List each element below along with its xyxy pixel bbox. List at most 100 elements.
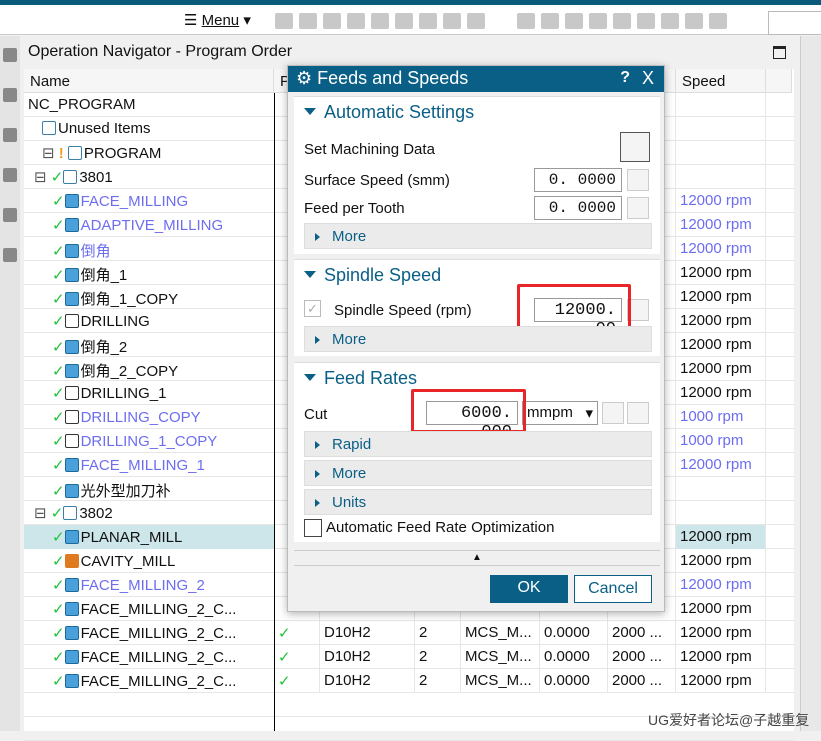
tool-icon[interactable]: [637, 13, 655, 29]
rapid-toggle[interactable]: Rapid: [304, 431, 652, 457]
tool-icon[interactable]: [323, 13, 341, 29]
operation-name: FACE_MILLING_2_C...: [80, 649, 237, 666]
operation-name: DRILLING: [80, 313, 150, 330]
maximize-button[interactable]: [773, 46, 786, 59]
name-cell: ✓ FACE_MILLING_2_C...: [24, 669, 274, 693]
history-icon[interactable]: [3, 248, 17, 262]
collapse-icon[interactable]: ⊟: [34, 505, 51, 522]
collapse-arrow-icon[interactable]: ▲: [294, 550, 660, 566]
automatic-settings-header[interactable]: Automatic Settings: [294, 97, 660, 128]
help-button[interactable]: ?: [620, 69, 630, 87]
spindle-more-toggle[interactable]: More: [304, 326, 652, 352]
column-header[interactable]: [766, 69, 792, 93]
column-header[interactable]: Name: [24, 69, 274, 93]
cavity-icon: [64, 554, 79, 568]
c3-cell: 2: [415, 645, 461, 669]
machining-data-table-icon[interactable]: [620, 132, 650, 162]
collapse-icon[interactable]: ⊟: [34, 169, 51, 186]
tool-icon[interactable]: [419, 13, 437, 29]
name-cell: ✓ 倒角_1_COPY: [24, 285, 274, 309]
gear-icon[interactable]: [3, 48, 17, 62]
face-icon: [64, 364, 79, 378]
speed-cell: 12000 rpm: [676, 549, 766, 573]
dialog-title-bar: ⚙ Feeds and Speeds ? X: [288, 66, 664, 92]
operation-name: DRILLING_COPY: [80, 409, 201, 426]
name-cell: ✓ DRILLING_1: [24, 381, 274, 405]
tool-icon[interactable]: [275, 13, 293, 29]
feed-per-tooth-input[interactable]: 0. 0000: [534, 196, 622, 220]
complete-check-icon: ✓: [50, 505, 64, 522]
tool-icon[interactable]: [395, 13, 413, 29]
calculator-icon[interactable]: [627, 169, 649, 191]
cancel-button[interactable]: Cancel: [574, 575, 652, 603]
tool-icon[interactable]: [517, 13, 535, 29]
tool-icon[interactable]: [661, 13, 679, 29]
auto-more-toggle[interactable]: More: [304, 223, 652, 249]
tool-cell: D10H2: [320, 669, 415, 693]
surface-speed-input[interactable]: 0. 0000: [534, 168, 622, 192]
machine-icon[interactable]: [3, 168, 17, 182]
pcheck-cell: ✓: [274, 669, 320, 693]
optimization-checkbox[interactable]: [304, 519, 322, 537]
face-icon: [64, 194, 79, 208]
name-cell: NC_PROGRAM: [24, 93, 274, 117]
operation-name: 倒角_2_COPY: [80, 363, 179, 380]
spindle-speed-checkbox[interactable]: ✓: [304, 300, 321, 317]
calculator-icon[interactable]: [627, 197, 649, 219]
name-cell: ⊟ ✓ 3801: [24, 165, 274, 189]
complete-check-icon: ✓: [52, 409, 65, 426]
name-cell: ✓ DRILLING: [24, 309, 274, 333]
tool-icon[interactable]: [541, 13, 559, 29]
table-row[interactable]: ✓ FACE_MILLING_2_C... ✓ D10H2 2 MCS_M... 0.000…: [24, 669, 794, 693]
table-row[interactable]: ✓ FACE_MILLING_2_C... ✓ D10H2 2 MCS_M... 0.000…: [24, 645, 794, 669]
name-cell: ✓ FACE_MILLING_2_C...: [24, 621, 274, 645]
speed-cell: 12000 rpm: [676, 237, 766, 261]
feed-unit-value: mmpm: [527, 404, 573, 421]
part-icon[interactable]: [3, 88, 17, 102]
collapse-icon[interactable]: ⊟: [42, 145, 59, 162]
units-toggle[interactable]: Units: [304, 489, 652, 515]
speed-cell: 12000 rpm: [676, 525, 766, 549]
command-search-input[interactable]: [768, 11, 821, 35]
tool-icon[interactable]: [589, 13, 607, 29]
feed-unit-select[interactable]: mmpm ▾: [522, 401, 598, 425]
menu-button[interactable]: ☰ Menu ▾: [184, 11, 251, 29]
lock-icon[interactable]: [602, 402, 624, 424]
speed-cell: 12000 rpm: [676, 453, 766, 477]
c3-cell: 2: [415, 621, 461, 645]
resource-bar: [0, 36, 20, 731]
feed-more-toggle[interactable]: More: [304, 460, 652, 486]
complete-check-icon: ✓: [52, 243, 65, 260]
drill-icon: [64, 386, 79, 400]
tool-icon[interactable]: [467, 13, 485, 29]
face-icon: [64, 292, 79, 306]
complete-check-icon: ✓: [52, 291, 65, 308]
speed-cell: 1000 rpm: [676, 405, 766, 429]
tool-icon[interactable]: [371, 13, 389, 29]
toolbar-icons: [275, 13, 727, 29]
tool-icon[interactable]: [709, 13, 727, 29]
operation-name: FACE_MILLING_2_C...: [80, 601, 237, 618]
c4-cell: MCS_M...: [461, 621, 540, 645]
table-row[interactable]: ✓ FACE_MILLING_2_C... ✓ D10H2 2 MCS_M... 0.000…: [24, 621, 794, 645]
operation-name: DRILLING_1_COPY: [80, 433, 218, 450]
tool-icon[interactable]: [347, 13, 365, 29]
wrench-icon[interactable]: [613, 13, 631, 29]
close-button[interactable]: X: [642, 68, 654, 89]
operation-name: CAVITY_MILL: [80, 553, 176, 570]
complete-check-icon: ✓: [52, 363, 65, 380]
ok-button[interactable]: OK: [490, 575, 568, 603]
navigator-icon[interactable]: [3, 208, 17, 222]
assembly-icon[interactable]: [3, 128, 17, 142]
face-icon: [64, 650, 79, 664]
tool-cell: D10H2: [320, 645, 415, 669]
calculator-icon[interactable]: [627, 402, 649, 424]
tool-icon[interactable]: [299, 13, 317, 29]
tool-icon[interactable]: [565, 13, 583, 29]
column-divider[interactable]: [274, 93, 275, 731]
tool-icon[interactable]: [443, 13, 461, 29]
column-header[interactable]: Speed: [676, 69, 766, 93]
name-cell: ✓ 倒角: [24, 237, 274, 261]
tool-icon[interactable]: [685, 13, 703, 29]
face-icon: [64, 626, 79, 640]
